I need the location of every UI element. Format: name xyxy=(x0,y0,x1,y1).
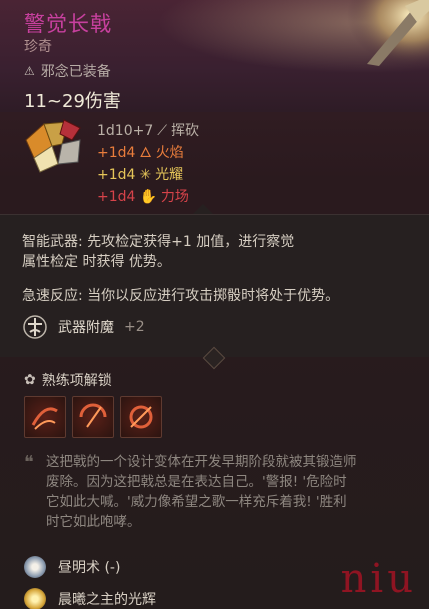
quick-reaction-text: 急速反应: 当你以反应进行攻击掷骰时将处于优势。 xyxy=(22,288,340,304)
spin-strike-icon[interactable] xyxy=(120,396,162,438)
damage-breakdown: 1d10+7 ⟋ 挥砍 +1d4 🜂 火焰 +1d4 ✳ 光耀 +1d4 ✋ 力… xyxy=(97,120,199,208)
weapon-enchantment: 武器附魔 +2 xyxy=(22,314,145,340)
damage-dice: +1d4 xyxy=(97,189,136,205)
quote-icon: ❝ xyxy=(24,452,34,473)
damage-line-slashing: 1d10+7 ⟋ 挥砍 xyxy=(97,120,199,142)
enchant-icon xyxy=(23,315,47,339)
dawnmaster-icon xyxy=(24,588,46,609)
damage-dice: +1d4 xyxy=(97,167,136,183)
spell-daylight[interactable]: 昼明术 (-) xyxy=(24,556,120,578)
damage-line-radiant: +1d4 ✳ 光耀 xyxy=(97,164,199,186)
proficiency-label: 熟练项解锁 xyxy=(41,373,112,389)
enchant-label: 武器附魔 xyxy=(58,320,114,336)
enchant-value: +2 xyxy=(124,319,145,335)
damage-type: 火焰 xyxy=(155,145,184,161)
damage-line-force: +1d4 ✋ 力场 xyxy=(97,186,199,208)
spell-label: 昼明术 (-) xyxy=(58,560,121,576)
flavor-text: 这把戟的一个设计变体在开发早期阶段就被其锻造师 废除。因为这把戟总是在表达自己。… xyxy=(46,454,357,530)
arc-strike-icon[interactable] xyxy=(72,396,114,438)
proficiency-header: ✿ 熟练项解锁 xyxy=(24,370,112,390)
damage-line-fire: +1d4 🜂 火焰 xyxy=(97,142,199,164)
spell-dawnmaster[interactable]: 晨曦之主的光辉 xyxy=(24,588,156,609)
smart-weapon-text: 智能武器: 先攻检定获得+1 加值，进行察觉 属性检定 时获得 优势。 xyxy=(22,234,295,270)
equipped-status: ⚠ 邪念已装备 xyxy=(24,61,111,81)
item-rarity: 珍奇 xyxy=(24,39,52,55)
item-tooltip: 警觉长戟 珍奇 ⚠ 邪念已装备 11~29伤害 1d10+7 ⟋ 挥砍 +1d4… xyxy=(0,0,429,609)
flame-icon: 🜂 xyxy=(139,145,152,161)
daylight-icon xyxy=(24,556,46,578)
watermark: niu xyxy=(340,556,417,602)
damage-type: 挥砍 xyxy=(171,123,200,139)
warning-icon: ⚠ xyxy=(24,64,35,78)
hand-icon: ✋ xyxy=(139,189,157,205)
damage-type: 力场 xyxy=(160,189,189,205)
equipped-label: 邪念已装备 xyxy=(40,64,111,80)
damage-range: 11~29伤害 xyxy=(24,91,121,112)
item-name: 警觉长戟 xyxy=(24,12,112,36)
slash-icon: ⟋ xyxy=(157,123,168,139)
weapon-art-icon xyxy=(347,0,429,66)
proficiency-actions xyxy=(24,396,162,438)
damage-dice: 1d10+7 xyxy=(97,123,154,139)
lock-icon: ✿ xyxy=(24,372,36,388)
damage-dice: +1d4 xyxy=(97,145,136,161)
sparkle-icon: ✳ xyxy=(139,167,152,183)
panel-notch xyxy=(193,204,213,214)
spell-label: 晨曦之主的光辉 xyxy=(58,592,156,608)
dice-icon xyxy=(25,119,81,173)
slash-skill-icon[interactable] xyxy=(24,396,66,438)
damage-type: 光耀 xyxy=(155,167,184,183)
